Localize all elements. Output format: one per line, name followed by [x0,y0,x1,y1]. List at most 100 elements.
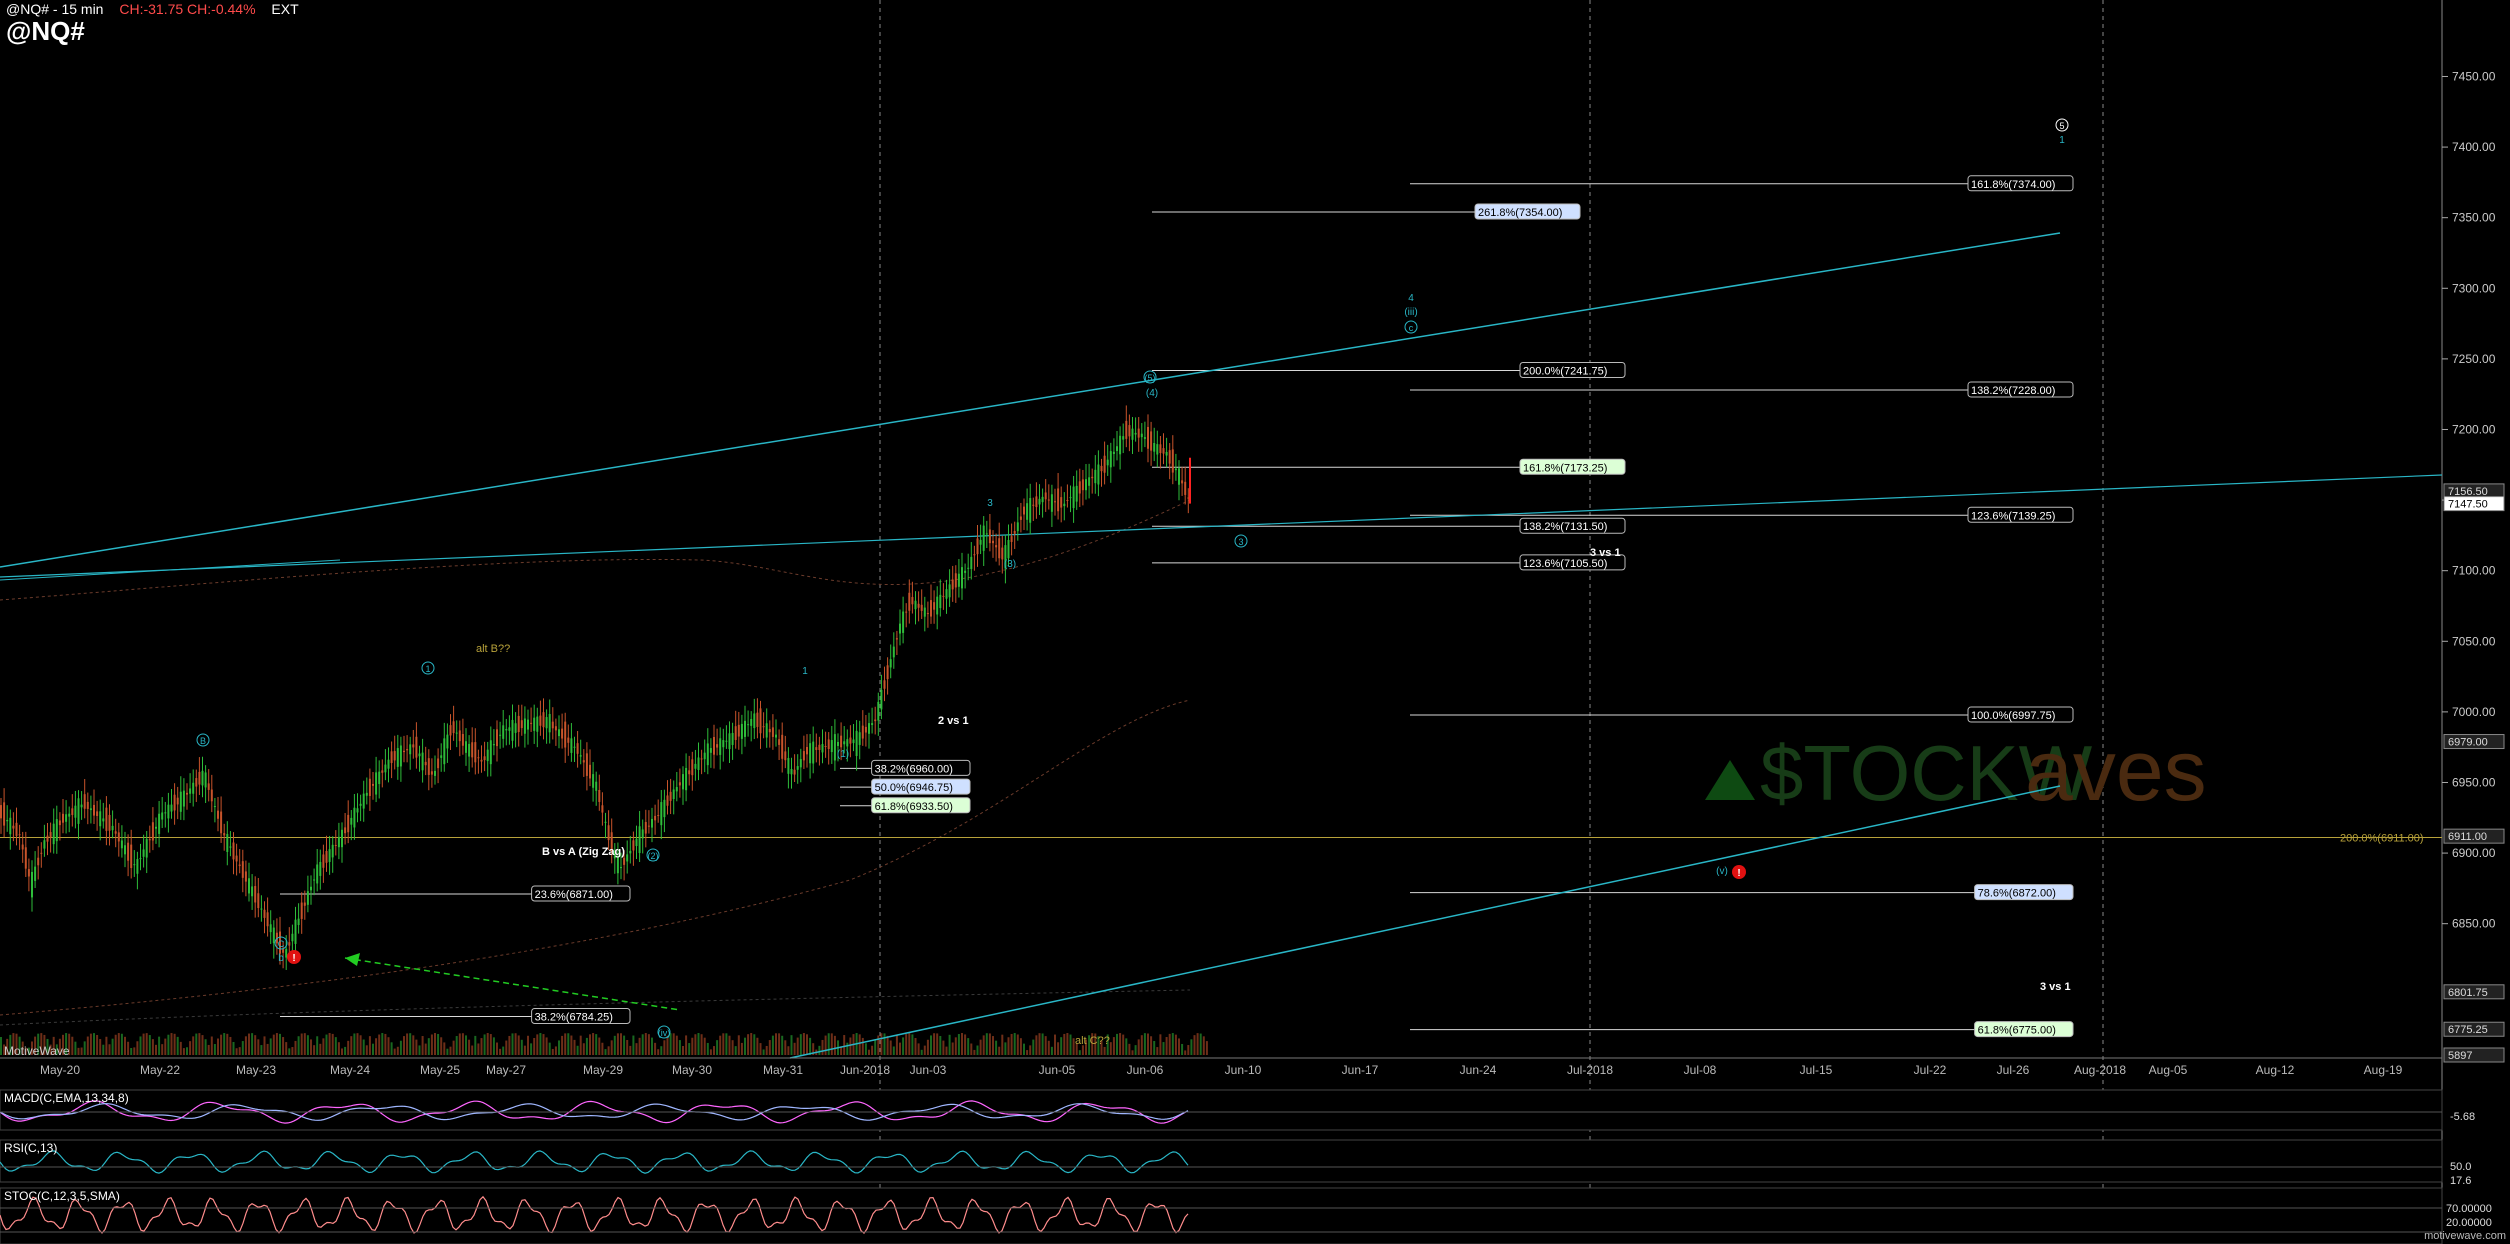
x-tick-label: Aug-12 [2256,1063,2295,1077]
candle-body [818,744,821,751]
candle-body [992,540,994,544]
header: @NQ# - 15 min CH:-31.75 CH:-0.44% EXT [6,1,299,17]
candle-body [1001,547,1004,560]
volume-bar [585,1037,588,1055]
candle-body [970,556,973,570]
candle-body [1181,480,1184,484]
volume-bar [604,1049,607,1055]
volume-bar [1193,1035,1196,1055]
volume-bar [229,1036,232,1055]
candle-body [852,739,855,744]
volume-bar [771,1035,774,1055]
volume-bar [1016,1034,1019,1055]
candle-body [40,852,43,854]
candle-body [1162,448,1165,454]
candle-body [790,769,793,775]
volume-bar [186,1047,188,1055]
volume-bar [796,1037,799,1055]
candle-body [647,825,650,827]
candle-body [682,774,684,790]
volume-bar [728,1035,731,1055]
volume-bar [567,1033,570,1055]
x-tick-label: May-24 [330,1063,370,1077]
volume-bar [607,1046,610,1055]
rsi-title: RSI(C,13) [4,1141,57,1155]
candle-body [254,886,257,903]
volume-bar [378,1034,381,1055]
wave-label: 1 [2059,135,2065,146]
volume-bar [1125,1038,1128,1055]
fib-label: 200.0%(6911.00) [2340,833,2424,845]
volume-bar [384,1033,387,1055]
y-tick-label: 6850.00 [2452,917,2496,931]
candle-body [595,781,598,791]
candle-body [511,719,514,741]
candle-body [864,726,867,733]
x-tick-label: Jun-24 [1460,1063,1497,1077]
volume-bar [781,1035,784,1055]
volume-bar [644,1033,647,1055]
volume-bar [158,1036,161,1055]
candle-body [554,726,557,731]
candle-body [815,747,818,751]
candle-body [508,727,511,731]
chart-canvas[interactable]: $TOCKWaves 161.8%(7374.00) 261.8%(7354.00… [0,0,2510,1244]
candle-body [688,770,691,775]
volume-bar [353,1033,356,1055]
candle-body [939,594,942,609]
volume-bar [616,1033,619,1055]
candle-body [1069,497,1072,499]
watermark: $TOCKWaves [1705,723,2207,819]
candle-body [1134,432,1137,435]
volume-bar [632,1035,635,1055]
candle-body [458,730,461,742]
volume-bar [623,1035,626,1055]
candle-body [759,708,762,734]
candle-body [226,833,229,852]
volume-bar [982,1035,985,1055]
candle-body [1128,425,1131,437]
volume-bar [120,1033,123,1055]
volume-bar [375,1038,378,1055]
volume-bar [784,1040,787,1055]
candle-body [957,573,960,587]
candle-body [722,740,725,748]
volume-bar [1044,1036,1047,1055]
volume-bar [1026,1050,1029,1055]
fib-label: 123.6%(7139.25) [1971,510,2055,522]
volume-bar [275,1033,278,1055]
volume-bar [957,1034,960,1055]
volume-bar [127,1041,130,1055]
price-tag: 7147.50 [2448,499,2488,511]
x-tick-label: Jun-17 [1342,1063,1379,1077]
chart-annotation: alt B?? [476,643,510,655]
candle-body [93,804,95,816]
fib-label: 161.8%(7374.00) [1971,179,2055,191]
wave-label: b [278,953,284,964]
volume-bar [1196,1033,1199,1055]
volume-bar [1060,1037,1063,1055]
wave-label: 5 [2059,121,2064,131]
volume-bar [697,1033,700,1055]
volume-bar [886,1035,889,1055]
volume-bar [629,1045,632,1055]
volume-bar [536,1034,539,1055]
candle-body [781,734,784,759]
candle-body [390,751,393,764]
volume-bar [155,1044,157,1055]
candle-body [229,846,232,848]
price-tag: 6911.00 [2448,831,2487,843]
y-tick-label: 6950.00 [2452,775,2496,789]
candle-body [573,746,576,748]
volume-bar [189,1041,192,1055]
volume-bar [486,1033,489,1055]
volume-bar [1159,1034,1162,1055]
candle-body [874,719,877,722]
volume-bar [753,1034,756,1055]
chart-annotation: 3 vs 1 [1590,547,1621,559]
volume-bar [213,1044,216,1055]
volume-bar [1047,1040,1050,1055]
candle-body [976,538,979,555]
volume-bar [142,1033,145,1055]
volume-bar [418,1045,421,1055]
